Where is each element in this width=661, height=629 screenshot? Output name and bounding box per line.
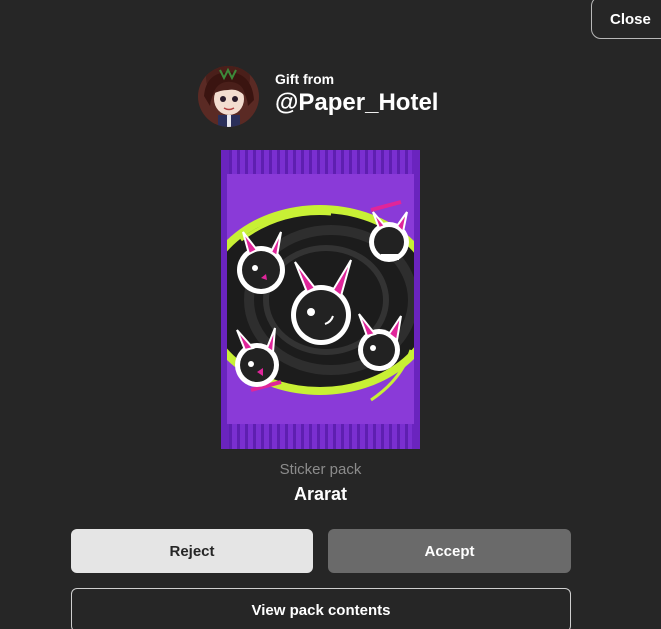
user-avatar-icon [198,66,259,127]
pack-type-label: Sticker pack [279,461,362,478]
view-pack-contents-button[interactable]: View pack contents [71,588,571,629]
gift-dialog: Close Gift from @Paper_Hotel Sticker pac… [0,0,661,629]
sender-text: Gift from @Paper_Hotel [275,71,438,117]
sender-info: Gift from @Paper_Hotel [198,66,438,127]
sticker-pack-art [221,150,420,449]
reject-button[interactable]: Reject [71,529,313,573]
close-button[interactable]: Close [591,0,661,39]
accept-button[interactable]: Accept [328,529,571,573]
sticker-pack-image [221,150,420,449]
pack-name: Ararat [293,484,348,504]
sender-username[interactable]: @Paper_Hotel [275,89,438,117]
avatar [198,66,259,127]
gift-from-label: Gift from [275,70,335,87]
